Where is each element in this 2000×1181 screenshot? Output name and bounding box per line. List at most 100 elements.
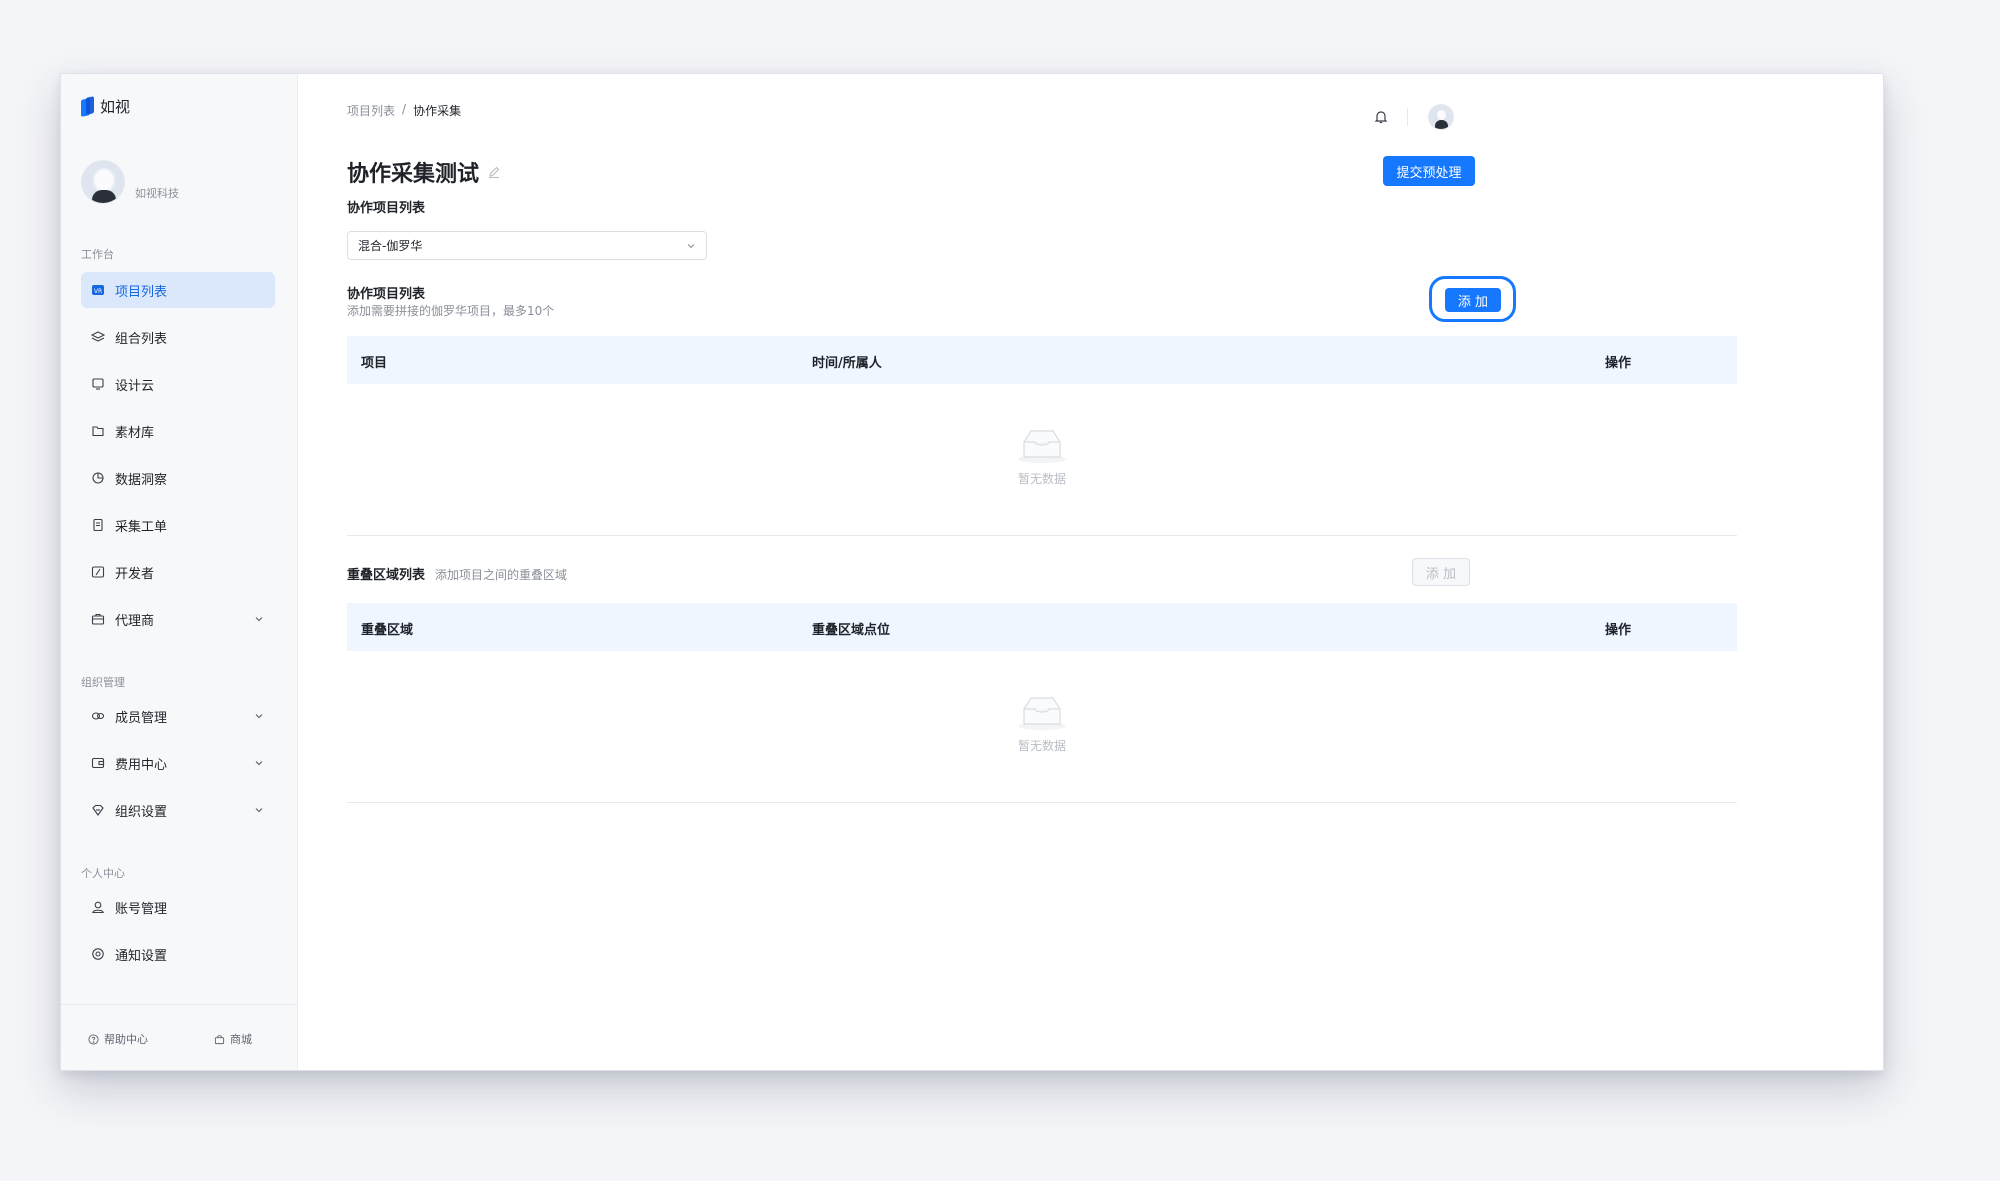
- chevron-down-icon: [255, 714, 263, 719]
- sidebar-item-agent[interactable]: 代理商: [81, 601, 275, 637]
- help-icon: [88, 1033, 99, 1045]
- sidebar-item-label: 费用中心: [115, 757, 168, 773]
- sidebar-footer: 帮助中心 商城: [61, 1004, 297, 1070]
- pie-chart-icon: [91, 471, 105, 485]
- sidebar-item-project-list[interactable]: VR 项目列表: [81, 272, 275, 308]
- sidebar-item-asset-library[interactable]: 素材库: [81, 413, 275, 449]
- empty-inbox-icon: [1018, 697, 1066, 730]
- sidebar-item-label: 组织设置: [115, 804, 168, 820]
- help-center-link[interactable]: 帮助中心: [88, 1031, 148, 1047]
- chevron-down-icon: [255, 808, 263, 813]
- column-header-time-owner: 时间/所属人: [812, 356, 882, 371]
- shop-bag-icon: [214, 1034, 225, 1044]
- org-name: 如视科技: [135, 187, 179, 200]
- overlap-section-header: 重叠区域列表 添加项目之间的重叠区域: [347, 564, 567, 583]
- submit-preprocess-button[interactable]: 提交预处理: [1383, 156, 1475, 186]
- breadcrumb-current: 协作采集: [413, 104, 462, 118]
- sidebar: 如视 如视科技 工作台 VR 项目列表 组合列表 设计云 素材库 数据洞察 采集…: [61, 74, 298, 1070]
- sidebar-item-combo-list[interactable]: 组合列表: [81, 319, 275, 355]
- table-header: 项目 时间/所属人 操作: [347, 336, 1737, 384]
- briefcase-icon: [91, 612, 105, 626]
- vr-icon: VR: [91, 283, 105, 297]
- sidebar-item-label: 开发者: [115, 566, 155, 582]
- edit-icon[interactable]: [487, 165, 501, 179]
- sidebar-item-label: 成员管理: [115, 710, 168, 726]
- breadcrumb: 项目列表 / 协作采集: [347, 102, 461, 119]
- sidebar-item-developer[interactable]: 开发者: [81, 554, 275, 590]
- logo[interactable]: 如视: [81, 96, 130, 117]
- collab-list-label: 协作项目列表: [347, 201, 426, 216]
- sidebar-item-label: 采集工单: [115, 519, 168, 535]
- user-avatar[interactable]: [1428, 104, 1454, 130]
- sidebar-item-label: 数据洞察: [115, 472, 168, 488]
- members-icon: [91, 709, 105, 723]
- sidebar-item-label: 素材库: [115, 425, 155, 441]
- project-select[interactable]: 混合-伽罗华: [347, 231, 707, 260]
- sidebar-item-label: 账号管理: [115, 901, 168, 917]
- column-header-overlap-points: 重叠区域点位: [812, 623, 891, 638]
- page-title-text: 协作采集测试: [347, 162, 480, 187]
- monitor-icon: [91, 377, 105, 391]
- folder-icon: [91, 424, 105, 438]
- sidebar-item-account[interactable]: 账号管理: [81, 889, 275, 925]
- sidebar-item-billing[interactable]: 费用中心: [81, 745, 275, 781]
- overlap-section-title: 重叠区域列表: [347, 568, 426, 583]
- help-center-label: 帮助中心: [104, 1033, 148, 1046]
- sidebar-item-work-orders[interactable]: 采集工单: [81, 507, 275, 543]
- page-title: 协作采集测试: [347, 156, 501, 188]
- settings-icon: [91, 947, 105, 961]
- empty-text: 暂无数据: [1017, 472, 1066, 486]
- add-project-button-focus-ring: 添 加: [1429, 276, 1516, 322]
- column-header-actions: 操作: [1605, 356, 1632, 371]
- chevron-down-icon: [687, 244, 695, 249]
- sidebar-item-org-settings[interactable]: 组织设置: [81, 792, 275, 828]
- wallet-icon: [91, 756, 105, 770]
- chevron-down-icon: [255, 761, 263, 766]
- chevron-down-icon: [255, 617, 263, 622]
- svg-text:VR: VR: [94, 288, 102, 295]
- org-avatar[interactable]: [81, 160, 125, 204]
- section-label-personal: 个人中心: [81, 867, 125, 880]
- add-overlap-button[interactable]: 添 加: [1412, 558, 1470, 586]
- code-icon: [91, 565, 105, 579]
- sidebar-item-design-cloud[interactable]: 设计云: [81, 366, 275, 402]
- shop-label: 商城: [230, 1033, 252, 1046]
- bell-icon[interactable]: [1373, 109, 1389, 125]
- sidebar-item-data-insight[interactable]: 数据洞察: [81, 460, 275, 496]
- project-select-value: 混合-伽罗华: [358, 239, 423, 253]
- table-body: 暂无数据: [347, 384, 1737, 536]
- sidebar-item-label: 代理商: [115, 613, 155, 629]
- breadcrumb-parent[interactable]: 项目列表: [347, 102, 395, 119]
- sidebar-item-label: 组合列表: [115, 331, 168, 347]
- table-header: 重叠区域 重叠区域点位 操作: [347, 603, 1737, 651]
- app-window: 如视 如视科技 工作台 VR 项目列表 组合列表 设计云 素材库 数据洞察 采集…: [60, 73, 1884, 1071]
- column-header-project: 项目: [361, 356, 388, 371]
- main-content: 项目列表 / 协作采集 协作采集测试 提交预处理 协作项目列表 混合-伽罗华 协…: [298, 74, 1883, 1070]
- empty-state: 暂无数据: [1016, 426, 1068, 487]
- logo-icon: [81, 96, 94, 117]
- column-header-overlap-region: 重叠区域: [361, 623, 414, 638]
- empty-text: 暂无数据: [1017, 739, 1066, 753]
- empty-state: 暂无数据: [1016, 693, 1068, 754]
- header-divider: [1407, 108, 1408, 126]
- sidebar-item-notifications[interactable]: 通知设置: [81, 936, 275, 972]
- sidebar-item-label: 设计云: [115, 378, 155, 394]
- overlap-regions-table: 重叠区域 重叠区域点位 操作 暂无数据: [347, 603, 1737, 803]
- sidebar-item-members[interactable]: 成员管理: [81, 698, 275, 734]
- sidebar-item-label: 项目列表: [115, 284, 168, 300]
- user-icon: [91, 900, 105, 914]
- overlap-section-hint: 添加项目之间的重叠区域: [435, 568, 568, 582]
- shop-link[interactable]: 商城: [214, 1031, 252, 1047]
- section-label-workspace: 工作台: [81, 248, 114, 261]
- document-icon: [91, 518, 105, 532]
- diamond-icon: [91, 803, 105, 817]
- collab-section-title: 协作项目列表: [347, 287, 426, 302]
- add-project-button[interactable]: 添 加: [1445, 288, 1501, 312]
- column-header-actions: 操作: [1605, 623, 1632, 638]
- breadcrumb-separator: /: [402, 102, 407, 116]
- layers-icon: [91, 330, 105, 344]
- sidebar-item-label: 通知设置: [115, 948, 168, 964]
- org-profile[interactable]: 如视科技: [81, 160, 179, 204]
- table-body: 暂无数据: [347, 651, 1737, 803]
- app-name: 如视: [100, 98, 131, 116]
